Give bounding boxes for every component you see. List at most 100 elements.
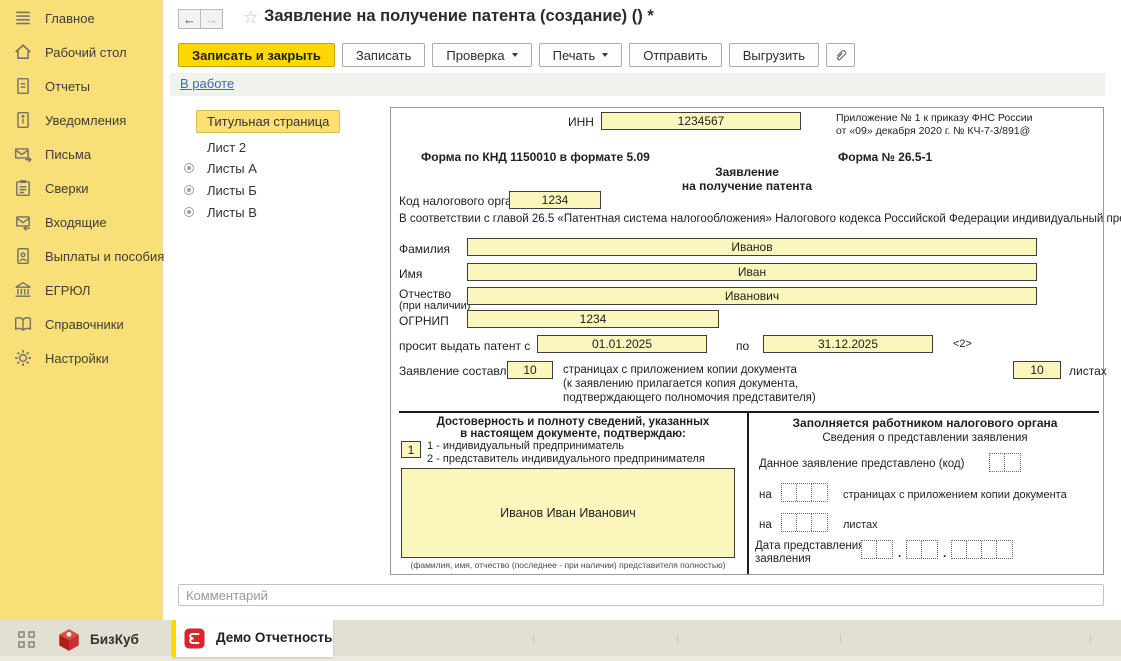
submitted-code-cells[interactable]	[989, 453, 1021, 472]
payments-icon	[14, 247, 32, 265]
date-month-cells[interactable]	[906, 540, 938, 559]
apps-grid-icon[interactable]	[18, 631, 36, 649]
appendix-note: Приложение № 1 к приказу ФНС России от «…	[836, 112, 1032, 138]
save-button[interactable]: Записать	[342, 43, 426, 67]
attach-button[interactable]	[826, 43, 855, 67]
back-button[interactable]: ←	[178, 9, 201, 29]
taskbar-app-name[interactable]: БизКуб	[90, 632, 139, 647]
tab-sheets-b[interactable]: Листы Б	[207, 183, 257, 198]
doc-title-line1: Заявление	[417, 165, 1077, 179]
sidebar-item-reconciliations[interactable]: Сверки	[14, 176, 159, 200]
pages-count-input[interactable]	[507, 361, 553, 379]
firstname-label: Имя	[399, 267, 422, 281]
export-button[interactable]: Выгрузить	[729, 43, 819, 67]
inn-input[interactable]	[601, 112, 801, 130]
sidebar-item-settings[interactable]: Настройки	[14, 346, 159, 370]
group-bullet-icon	[184, 207, 194, 217]
signer-code-input[interactable]	[401, 441, 421, 458]
home-icon	[14, 43, 32, 61]
taskbar-tab-active[interactable]: Демо Отчетность	[172, 620, 333, 657]
sidebar-item-desktop[interactable]: Рабочий стол	[14, 40, 159, 64]
sidebar-item-directories[interactable]: Справочники	[14, 312, 159, 336]
sidebar: Главное Рабочий стол Отчеты Уведомления …	[0, 0, 163, 620]
gear-icon	[14, 349, 32, 367]
sidebar-item-inbox[interactable]: Входящие	[14, 210, 159, 234]
sidebar-item-label: Письма	[45, 147, 91, 162]
active-tab-accent	[172, 620, 176, 657]
patent-from-input[interactable]	[537, 335, 707, 353]
tab-sheets-v[interactable]: Листы В	[207, 205, 257, 220]
sidebar-item-label: Справочники	[45, 317, 124, 332]
sidebar-item-label: Главное	[45, 11, 95, 26]
official-pages-text: страницах с приложением копии документа	[843, 489, 1067, 501]
send-button[interactable]: Отправить	[629, 43, 721, 67]
info-icon	[14, 111, 32, 129]
firstname-input[interactable]	[467, 263, 1037, 281]
submission-date-label-2: заявления	[755, 553, 811, 565]
save-and-close-button[interactable]: Записать и закрыть	[178, 43, 335, 67]
tax-authority-label: Код налогового органа	[399, 194, 525, 208]
sheets-count-input[interactable]	[1013, 361, 1061, 379]
reporting-app-icon	[184, 628, 205, 649]
lastname-input[interactable]	[467, 238, 1037, 256]
sidebar-item-letters[interactable]: Письма	[14, 142, 159, 166]
sidebar-item-label: Отчеты	[45, 79, 90, 94]
sidebar-item-notifications[interactable]: Уведомления	[14, 108, 159, 132]
section-divider-vertical	[747, 411, 749, 574]
sidebar-item-label: ЕГРЮЛ	[45, 283, 90, 298]
sidebar-item-egrul[interactable]: ЕГРЮЛ	[14, 278, 159, 302]
composed-note-2: (к заявлению прилагается копия документа…	[563, 378, 798, 390]
forward-button[interactable]: →	[200, 9, 223, 29]
middlename-input[interactable]	[467, 287, 1037, 305]
form-panel: ИНН Приложение № 1 к приказу ФНС России …	[390, 107, 1104, 575]
sidebar-item-reports[interactable]: Отчеты	[14, 74, 159, 98]
confirm-title-2: в настоящем документе, подтверждаю:	[401, 428, 745, 440]
bank-icon	[14, 281, 32, 299]
sheets-label: листах	[1069, 364, 1107, 378]
signature-name-box[interactable]: Иванов Иван Иванович	[401, 468, 735, 558]
official-sheets-cells[interactable]	[781, 513, 828, 532]
composed-note-3: подтверждающего полномочия представителя…	[563, 392, 816, 404]
confirm-title-1: Достоверность и полноту сведений, указан…	[401, 416, 745, 428]
intro-text: В соответствии с главой 26.5 «Патентная …	[399, 212, 1101, 226]
tax-authority-input[interactable]	[509, 191, 601, 209]
ogrnip-input[interactable]	[467, 310, 719, 328]
signature-hint: (фамилия, имя, отчество (последнее - при…	[401, 560, 735, 570]
patent-to-label: по	[736, 339, 749, 353]
comment-input[interactable]	[178, 584, 1104, 606]
submission-date-label-1: Дата представления	[755, 540, 864, 552]
patent-period-label: просит выдать патент с	[399, 339, 530, 353]
status-link[interactable]: В работе	[180, 76, 234, 91]
sidebar-item-label: Уведомления	[45, 113, 126, 128]
date-day-cells[interactable]	[861, 540, 893, 559]
sidebar-item-label: Настройки	[45, 351, 109, 366]
composed-note-1: страницах с приложением копии документа	[563, 364, 797, 376]
sidebar-item-label: Сверки	[45, 181, 89, 196]
check-button[interactable]: Проверка	[432, 43, 531, 67]
report-icon	[14, 77, 32, 95]
tab-title-page[interactable]: Титульная страница	[196, 110, 340, 133]
tab-sheets-a[interactable]: Листы А	[207, 161, 257, 176]
middlename-sublabel: (при наличии)	[399, 300, 470, 312]
footnote-marker: <2>	[953, 338, 972, 350]
signer-option-2: 2 - представитель индивидуального предпр…	[427, 453, 705, 465]
ogrnip-label: ОГРНИП	[399, 314, 449, 328]
print-button[interactable]: Печать	[539, 43, 623, 67]
form-number-label: Форма № 26.5-1	[838, 150, 932, 164]
sidebar-item-label: Рабочий стол	[45, 45, 127, 60]
sidebar-item-main[interactable]: Главное	[14, 6, 159, 30]
patent-to-input[interactable]	[763, 335, 933, 353]
official-pages-cells[interactable]	[781, 483, 828, 502]
signer-option-1: 1 - индивидуальный предприниматель	[427, 440, 624, 452]
tab-sheet-2[interactable]: Лист 2	[207, 140, 246, 155]
official-subtitle: Сведения о представлении заявления	[751, 432, 1099, 444]
date-year-cells[interactable]	[951, 540, 1013, 559]
lastname-label: Фамилия	[399, 242, 450, 256]
inn-label: ИНН	[568, 115, 594, 129]
mail-in-icon	[14, 213, 32, 231]
bizkub-logo-icon[interactable]	[56, 627, 82, 653]
application-window: Главное Рабочий стол Отчеты Уведомления …	[0, 0, 1121, 661]
sidebar-item-payments[interactable]: Выплаты и пособия	[14, 244, 159, 268]
toolbar: Записать и закрыть Записать Проверка Печ…	[178, 43, 855, 67]
favorite-star-icon[interactable]: ☆	[243, 8, 258, 28]
